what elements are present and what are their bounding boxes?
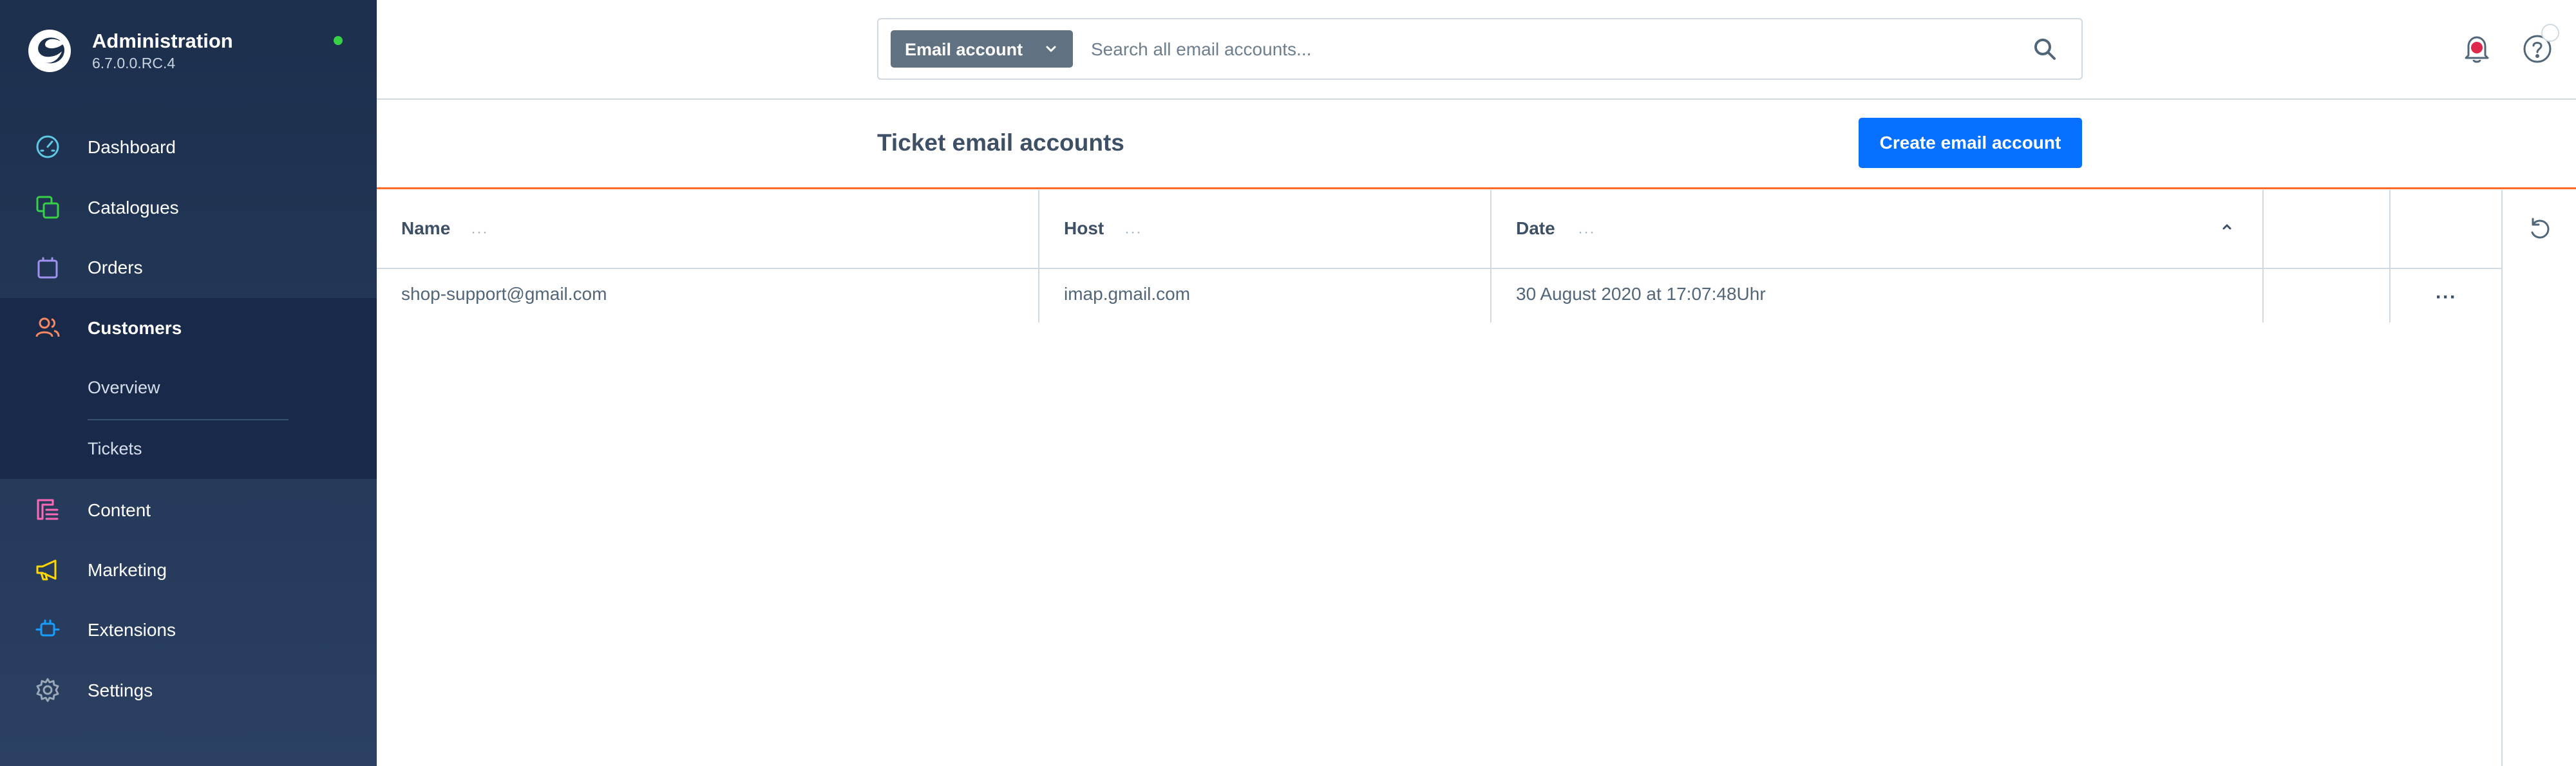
extensions-icon: [35, 619, 60, 637]
table-cell-date: 30 August 2020 at 17:07:48Uhr: [1492, 269, 2264, 322]
create-email-account-button[interactable]: Create email account: [1859, 118, 2082, 168]
email-account-name[interactable]: shop-support@gmail.com: [401, 284, 607, 304]
page-title: Ticket email accounts: [877, 129, 1124, 156]
email-accounts-grid: Name ··· Host ··· Date ··· shop-support@…: [377, 190, 2502, 322]
sidebar-item-label: Marketing: [88, 560, 167, 580]
table-cell-spacer: [2264, 269, 2391, 322]
table-cell-host: imap.gmail.com: [1039, 269, 1492, 322]
sidebar-subitem-overview[interactable]: Overview: [88, 378, 160, 398]
sidebar-item-extensions[interactable]: Extensions: [0, 600, 377, 660]
column-header-actions: [2391, 190, 2502, 269]
settings-icon: [36, 678, 59, 702]
sidebar: Administration 6.7.0.0.RC.4 Dashboard Ca…: [0, 0, 377, 766]
sidebar-item-orders[interactable]: Orders: [0, 238, 377, 297]
column-menu-icon[interactable]: ···: [1578, 223, 1595, 241]
chevron-down-icon: [1046, 46, 1056, 52]
notification-bell-icon[interactable]: [2462, 32, 2492, 64]
marketing-icon: [36, 559, 57, 581]
column-menu-icon[interactable]: ···: [1124, 223, 1142, 241]
smart-bar: Ticket email accounts Create email accou…: [377, 100, 2576, 189]
column-label: Host: [1064, 218, 1104, 238]
orders-icon: [37, 257, 58, 279]
global-search: Email account: [877, 18, 2083, 80]
sidebar-item-settings[interactable]: Settings: [0, 660, 377, 720]
submenu-divider: [88, 419, 289, 420]
online-status-indicator: [334, 36, 343, 45]
email-account-host: imap.gmail.com: [1064, 284, 1191, 304]
email-account-date: 30 August 2020 at 17:07:48Uhr: [1516, 284, 1766, 304]
sidebar-item-label: Extensions: [88, 620, 176, 640]
column-label: Name: [401, 218, 451, 238]
user-menu-indicator[interactable]: [2541, 24, 2559, 42]
column-header-name[interactable]: Name ···: [377, 190, 1039, 269]
search-input[interactable]: [1091, 32, 2018, 67]
column-label: Date: [1516, 218, 1555, 238]
brand-header: Administration 6.7.0.0.RC.4: [0, 0, 377, 100]
sidebar-item-dashboard[interactable]: Dashboard: [0, 117, 377, 177]
refresh-icon[interactable]: [2527, 216, 2553, 241]
sidebar-item-label: Customers: [88, 318, 182, 338]
sidebar-item-catalogues[interactable]: Catalogues: [0, 178, 377, 238]
sort-ascending-icon[interactable]: [2221, 222, 2233, 231]
column-header-spacer: [2264, 190, 2391, 269]
content-icon: [37, 499, 59, 520]
sidebar-item-content[interactable]: Content: [0, 480, 377, 540]
column-header-date[interactable]: Date ···: [1492, 190, 2264, 269]
sidebar-item-label: Dashboard: [88, 137, 176, 157]
app-version: 6.7.0.0.RC.4: [92, 55, 176, 71]
sidebar-item-marketing[interactable]: Marketing: [0, 540, 377, 600]
search-icon[interactable]: [2032, 37, 2057, 61]
dashboard-icon: [36, 135, 59, 158]
customers-icon: [35, 317, 60, 337]
sidebar-item-label: Orders: [88, 257, 143, 277]
shopware-logo-icon: [28, 30, 71, 72]
search-type-dropdown[interactable]: Email account: [891, 30, 1073, 68]
row-actions-icon[interactable]: ···: [2436, 286, 2457, 308]
sidebar-item-customers[interactable]: Customers Overview Tickets: [0, 298, 377, 479]
app-title: Administration: [92, 30, 233, 52]
sidebar-subitem-tickets[interactable]: Tickets: [88, 439, 142, 459]
table-cell-actions: ···: [2391, 269, 2502, 322]
column-header-host[interactable]: Host ···: [1039, 190, 1492, 269]
table-cell-name[interactable]: shop-support@gmail.com: [377, 269, 1039, 322]
top-bar: Email account: [377, 0, 2576, 100]
column-menu-icon[interactable]: ···: [471, 223, 488, 241]
sidebar-item-label: Content: [88, 500, 151, 520]
catalogues-icon: [36, 196, 59, 219]
grid-sidebar: [2501, 190, 2576, 766]
search-type-label: Email account: [905, 40, 1023, 59]
sidebar-item-label: Settings: [88, 680, 153, 700]
sidebar-item-label: Catalogues: [88, 198, 179, 218]
